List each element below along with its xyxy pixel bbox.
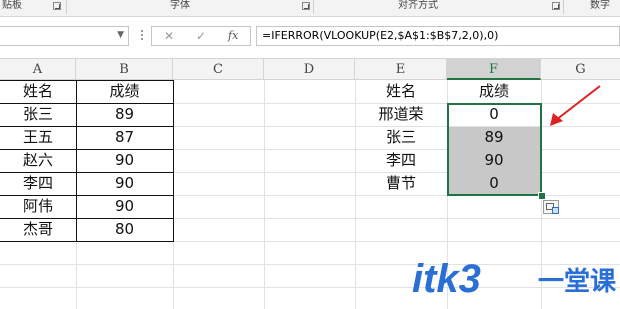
table-border [0, 218, 174, 219]
formula-bar-grip-icon[interactable] [140, 28, 144, 42]
table-border [0, 126, 174, 127]
group-label-alignment: 对齐方式 [398, 0, 438, 11]
fill-handle[interactable] [538, 192, 546, 200]
group-separator [313, 0, 314, 14]
cell-b6[interactable]: 90 [76, 195, 173, 218]
cell-e1[interactable]: 姓名 [355, 80, 447, 103]
table-border [0, 241, 174, 242]
chevron-down-icon[interactable]: ▼ [117, 30, 124, 40]
selection-range[interactable] [447, 103, 542, 196]
watermark-brand: itk3 [412, 257, 481, 301]
formula-buttons: ✕ ✓ fx [151, 26, 251, 46]
cell-a3[interactable]: 王五 [0, 126, 76, 149]
column-header-g[interactable]: G [541, 59, 620, 80]
table-border [0, 103, 174, 104]
group-label-clipboard: 贴板 [2, 0, 22, 11]
group-separator [66, 0, 67, 14]
confirm-icon[interactable]: ✓ [196, 28, 206, 44]
column-header-d[interactable]: D [264, 59, 355, 80]
table-border [0, 195, 174, 196]
column-header-e[interactable]: E [355, 59, 447, 80]
cell-a1[interactable]: 姓名 [0, 80, 76, 103]
cell-a6[interactable]: 阿伟 [0, 195, 76, 218]
name-box[interactable]: ▼ [0, 26, 129, 46]
cancel-icon[interactable]: ✕ [164, 28, 174, 44]
cell-b7[interactable]: 80 [76, 218, 173, 241]
cell-e4[interactable]: 李四 [355, 149, 447, 172]
alignment-launcher-icon[interactable] [552, 2, 560, 10]
cell-a4[interactable]: 赵六 [0, 149, 76, 172]
column-header-f[interactable]: F [447, 59, 541, 80]
group-separator [563, 0, 564, 14]
clipboard-launcher-icon[interactable] [53, 2, 61, 10]
watermark-tag: 一堂课 [538, 267, 617, 297]
cell-b1[interactable]: 成绩 [76, 80, 173, 103]
column-header-c[interactable]: C [173, 59, 264, 80]
column-header-a[interactable]: A [0, 59, 76, 80]
formula-input[interactable]: =IFERROR(VLOOKUP(E2,$A$1:$B$7,2,0),0) [256, 26, 620, 46]
table-border [76, 80, 77, 242]
cell-b2[interactable]: 89 [76, 103, 173, 126]
cell-a2[interactable]: 张三 [0, 103, 76, 126]
table-border [0, 149, 174, 150]
insert-function-icon[interactable]: fx [228, 28, 238, 44]
cell-b4[interactable]: 90 [76, 149, 173, 172]
cell-e5[interactable]: 曹节 [355, 172, 447, 195]
cell-e3[interactable]: 张三 [355, 126, 447, 149]
cell-f1[interactable]: 成绩 [447, 80, 541, 103]
red-arrow-icon [550, 85, 601, 126]
cell-e2[interactable]: 邢道荣 [355, 103, 447, 126]
itk3-watermark-logo: itk3 一堂课 [412, 257, 617, 301]
cell-a5[interactable]: 李四 [0, 172, 76, 195]
cell-a7[interactable]: 杰哥 [0, 218, 76, 241]
cell-b5[interactable]: 90 [76, 172, 173, 195]
column-header-b[interactable]: B [76, 59, 173, 80]
font-launcher-icon[interactable] [302, 2, 310, 10]
ribbon-group-strip: 贴板 字体 对齐方式 数字 [0, 0, 620, 17]
table-border [0, 172, 174, 173]
cell-b3[interactable]: 87 [76, 126, 173, 149]
quick-analysis-icon[interactable] [543, 200, 559, 214]
table-border [0, 80, 174, 81]
group-label-font: 字体 [170, 0, 190, 11]
table-border [173, 80, 174, 242]
group-label-number: 数字 [590, 0, 610, 11]
column-header-row: A B C D E F G [0, 58, 620, 80]
